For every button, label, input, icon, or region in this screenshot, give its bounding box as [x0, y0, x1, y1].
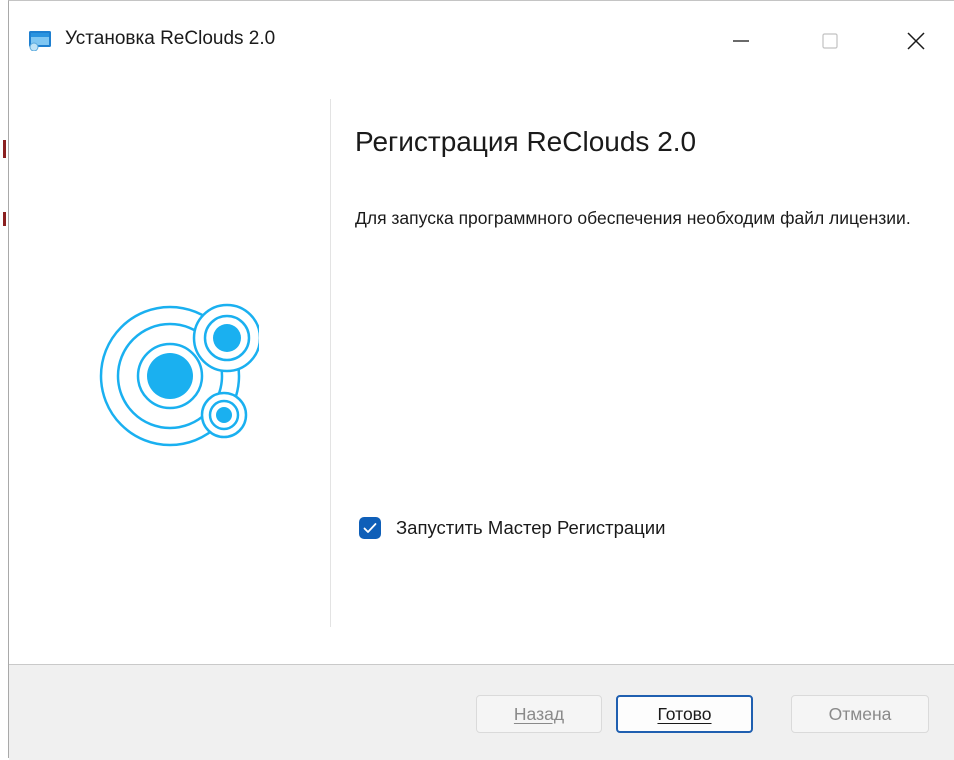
- installer-icon: [29, 31, 51, 51]
- installer-window: Установка ReClouds 2.0 Регистрация ReClo…: [8, 0, 954, 760]
- background-window-edge: [3, 140, 6, 158]
- launch-registration-checkbox[interactable]: [359, 517, 381, 539]
- window-title: Установка ReClouds 2.0: [65, 28, 276, 49]
- button-bar: Назад Готово Отмена: [9, 664, 954, 760]
- reclouds-logo: [99, 303, 259, 447]
- banner-panel: [9, 79, 330, 664]
- launch-registration-label[interactable]: Запустить Мастер Регистрации: [396, 517, 665, 539]
- minimize-button[interactable]: [711, 15, 771, 67]
- finish-button-label: Готово: [657, 703, 712, 724]
- title-bar[interactable]: Установка ReClouds 2.0: [9, 1, 954, 79]
- close-button[interactable]: [886, 15, 946, 67]
- close-icon: [907, 32, 925, 50]
- panel-divider: [330, 99, 331, 627]
- minimize-icon: [733, 40, 749, 42]
- checkmark-icon: [363, 523, 377, 533]
- cancel-button[interactable]: Отмена: [791, 695, 929, 733]
- cancel-button-label: Отмена: [828, 703, 892, 724]
- page-title: Регистрация ReClouds 2.0: [355, 126, 697, 157]
- back-button[interactable]: Назад: [476, 695, 602, 733]
- maximize-button[interactable]: [800, 15, 860, 67]
- page-description: Для запуска программного обеспечения нео…: [355, 208, 911, 228]
- launch-registration-option[interactable]: Запустить Мастер Регистрации: [359, 517, 665, 539]
- maximize-icon: [822, 33, 838, 49]
- finish-button[interactable]: Готово: [616, 695, 753, 733]
- back-button-label: Назад: [513, 703, 565, 724]
- background-window-edge: [3, 212, 6, 226]
